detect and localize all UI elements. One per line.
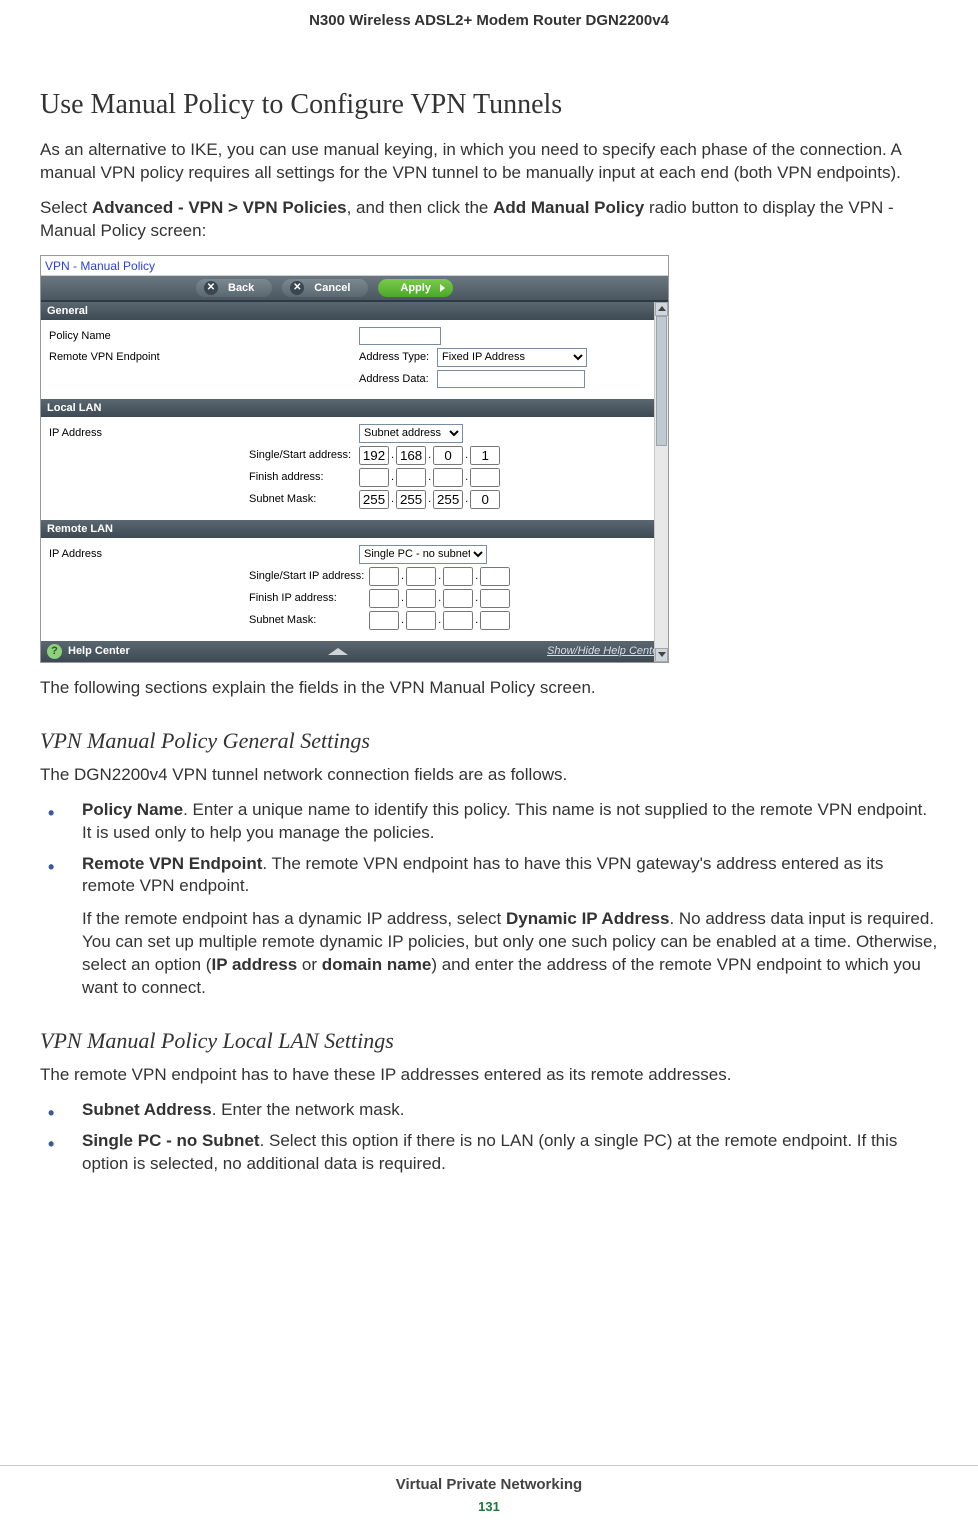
local-ip-type-select[interactable]: Subnet address (359, 424, 463, 443)
remote-mask-1[interactable] (369, 611, 399, 630)
intro-para-2: Select Advanced - VPN > VPN Policies, an… (40, 197, 938, 243)
heading-general-settings: VPN Manual Policy General Settings (40, 728, 938, 754)
remote-finish-ip-2[interactable] (406, 589, 436, 608)
local-mask-4[interactable] (470, 490, 500, 509)
label-policy-name: Policy Name (49, 330, 359, 342)
label-local-ip-address: IP Address (49, 427, 249, 439)
remote-mask-2[interactable] (406, 611, 436, 630)
vpn-manual-policy-panel: VPN - Manual Policy ✕Back ✕Cancel Apply … (40, 255, 669, 663)
label-address-type: Address Type: (359, 351, 437, 363)
help-icon: ? (47, 644, 62, 659)
section-remote-lan: Remote LAN (41, 520, 668, 538)
list-item: • Subnet Address. Enter the network mask… (40, 1099, 938, 1122)
remote-finish-ip-4[interactable] (480, 589, 510, 608)
list-item: • Single PC - no Subnet. Select this opt… (40, 1130, 938, 1176)
scroll-thumb[interactable] (656, 316, 667, 446)
chevron-up-icon (328, 648, 348, 655)
label-remote-vpn-endpoint: Remote VPN Endpoint (49, 351, 359, 363)
local-start-ip-1[interactable] (359, 446, 389, 465)
window-title: VPN - Manual Policy (41, 256, 668, 276)
label-remote-start: Single/Start IP address: (249, 570, 369, 582)
intro-para-1: As an alternative to IKE, you can use ma… (40, 139, 938, 185)
remote-mask-4[interactable] (480, 611, 510, 630)
address-data-input[interactable] (437, 370, 585, 388)
label-local-finish: Finish address: (249, 471, 359, 483)
label-local-mask: Subnet Mask: (249, 493, 359, 505)
close-icon: ✕ (204, 281, 218, 295)
local-intro: The remote VPN endpoint has to have thes… (40, 1064, 938, 1087)
scroll-down-icon[interactable] (655, 648, 668, 662)
close-icon: ✕ (290, 281, 304, 295)
label-address-data: Address Data: (359, 373, 437, 385)
label-local-start: Single/Start address: (249, 449, 359, 461)
apply-button[interactable]: Apply (378, 279, 453, 297)
list-item: • Policy Name. Enter a unique name to id… (40, 799, 938, 845)
section-general: General (41, 302, 668, 320)
label-remote-mask: Subnet Mask: (249, 614, 369, 626)
policy-name-input[interactable] (359, 327, 441, 345)
help-center-label: Help Center (68, 645, 130, 657)
footer-section: Virtual Private Networking (0, 1476, 978, 1493)
fields-intro: The following sections explain the field… (40, 677, 938, 700)
bullet-icon: • (48, 801, 54, 825)
bullet-icon: • (48, 1101, 54, 1125)
scrollbar[interactable] (654, 302, 668, 662)
local-mask-2[interactable] (396, 490, 426, 509)
page-footer: Virtual Private Networking 131 (0, 1465, 978, 1514)
local-finish-ip-1[interactable] (359, 468, 389, 487)
cancel-button[interactable]: ✕Cancel (282, 279, 368, 297)
back-button[interactable]: ✕Back (196, 279, 272, 297)
remote-ip-type-select[interactable]: Single PC - no subnet (359, 545, 487, 564)
remote-start-ip-3[interactable] (443, 567, 473, 586)
local-finish-ip-4[interactable] (470, 468, 500, 487)
scroll-up-icon[interactable] (655, 302, 668, 316)
local-finish-ip-2[interactable] (396, 468, 426, 487)
local-start-ip-4[interactable] (470, 446, 500, 465)
form-body: General Policy Name Remote VPN Endpoint … (41, 302, 668, 662)
remote-finish-ip-3[interactable] (443, 589, 473, 608)
content: Use Manual Policy to Configure VPN Tunne… (0, 29, 978, 1176)
heading-local-lan-settings: VPN Manual Policy Local LAN Settings (40, 1028, 938, 1054)
remote-mask-3[interactable] (443, 611, 473, 630)
local-start-ip-2[interactable] (396, 446, 426, 465)
remote-finish-ip-1[interactable] (369, 589, 399, 608)
remote-start-ip-1[interactable] (369, 567, 399, 586)
help-toggle-link[interactable]: Show/Hide Help Center (547, 645, 662, 657)
toolbar: ✕Back ✕Cancel Apply (41, 276, 668, 302)
local-mask-1[interactable] (359, 490, 389, 509)
label-remote-finish: Finish IP address: (249, 592, 369, 604)
list-item: • Remote VPN Endpoint. The remote VPN en… (40, 853, 938, 1001)
label-remote-ip-address: IP Address (49, 548, 249, 560)
remote-start-ip-4[interactable] (480, 567, 510, 586)
local-mask-3[interactable] (433, 490, 463, 509)
bullet-icon: • (48, 1132, 54, 1156)
local-start-ip-3[interactable] (433, 446, 463, 465)
page-header: N300 Wireless ADSL2+ Modem Router DGN220… (0, 0, 978, 29)
help-center-bar[interactable]: ? Help Center Show/Hide Help Center (41, 641, 668, 662)
bullet-icon: • (48, 855, 54, 879)
address-type-select[interactable]: Fixed IP Address (437, 348, 587, 367)
heading-main: Use Manual Policy to Configure VPN Tunne… (40, 89, 938, 121)
remote-start-ip-2[interactable] (406, 567, 436, 586)
section-local-lan: Local LAN (41, 399, 668, 417)
footer-page-number: 131 (0, 1499, 978, 1514)
general-intro: The DGN2200v4 VPN tunnel network connect… (40, 764, 938, 787)
local-finish-ip-3[interactable] (433, 468, 463, 487)
